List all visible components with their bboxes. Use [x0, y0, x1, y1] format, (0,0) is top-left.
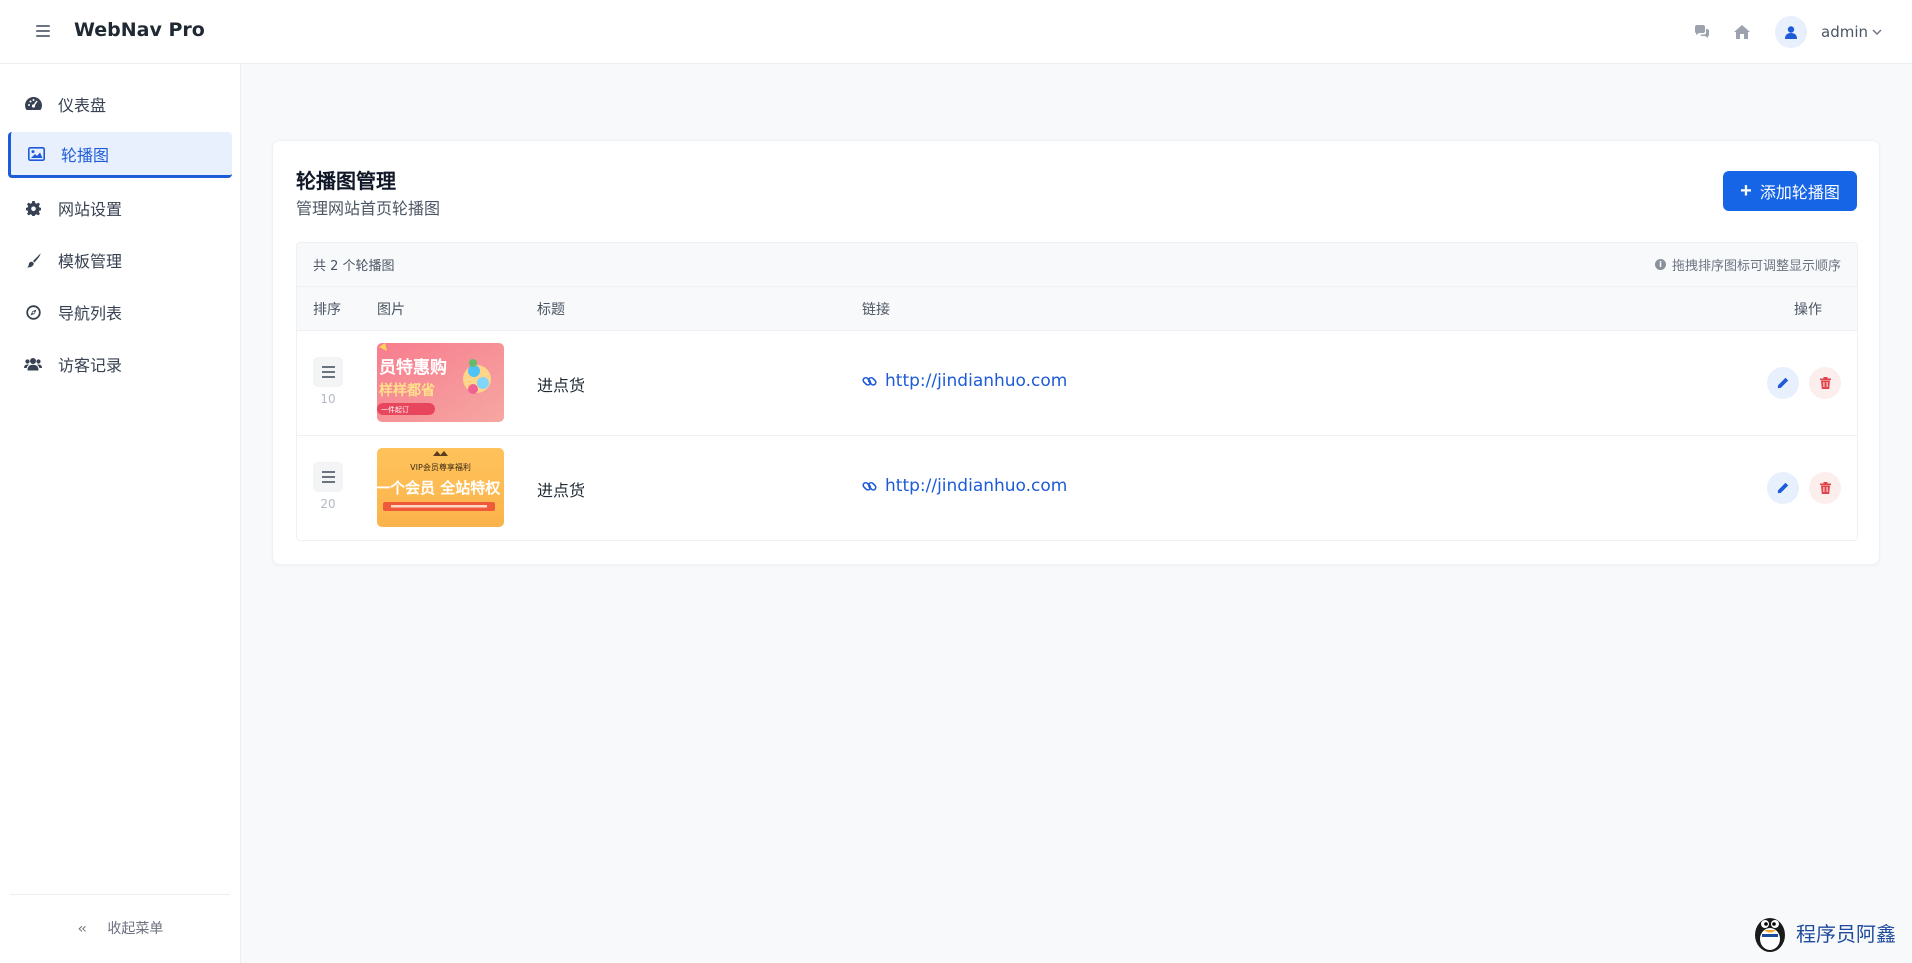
- carousel-table: 共 2 个轮播图 i 拖拽排序图标可调整显示顺序 排序 图片 标题 链接 操作 …: [296, 242, 1858, 541]
- menu-toggle-icon[interactable]: [36, 22, 56, 42]
- compass-icon: [24, 303, 42, 321]
- collapse-menu-button[interactable]: ‹‹ 收起菜单: [0, 918, 241, 938]
- drag-handle-icon[interactable]: [313, 357, 343, 387]
- row-actions: [1767, 367, 1841, 399]
- chat-icon[interactable]: [1689, 19, 1715, 45]
- sort-hint: i 拖拽排序图标可调整显示顺序: [1654, 255, 1841, 274]
- page-title: 轮播图管理: [296, 169, 396, 193]
- top-right-actions: admin: [1689, 14, 1882, 50]
- drag-handle-icon[interactable]: [313, 462, 343, 492]
- carousel-thumbnail: VIP会员尊享福利 一个会员 全站特权: [377, 448, 504, 527]
- sort-hint-text: 拖拽排序图标可调整显示顺序: [1671, 259, 1841, 274]
- user-menu[interactable]: admin: [1821, 23, 1882, 41]
- sidebar-item-templates[interactable]: 模板管理: [8, 237, 232, 283]
- table-summary: 共 2 个轮播图 i 拖拽排序图标可调整显示顺序: [297, 243, 1857, 287]
- image-icon: [27, 145, 45, 163]
- row-title: 进点货: [537, 376, 586, 395]
- delete-button[interactable]: [1809, 472, 1841, 504]
- row-title: 进点货: [537, 481, 586, 500]
- table-header: 排序 图片 标题 链接 操作: [297, 287, 1857, 331]
- collapse-menu-label: 收起菜单: [107, 921, 164, 937]
- brush-icon: [24, 251, 42, 269]
- chevron-down-icon: [1872, 29, 1882, 35]
- sidebar-item-visitors[interactable]: 访客记录: [8, 341, 232, 387]
- thumb-text: VIP会员尊享福利: [410, 462, 471, 472]
- users-icon: [24, 355, 42, 373]
- watermark-text: 程序员阿鑫: [1796, 921, 1896, 946]
- info-icon: i: [1654, 259, 1666, 270]
- thumb-text: 一个会员 全站特权: [377, 479, 501, 497]
- sort-cell: 20: [313, 462, 343, 511]
- table-row: 20 VIP会员尊享福利 一个会员 全站特权 进点货 http://jindia…: [297, 436, 1857, 540]
- header-image: 图片: [377, 301, 405, 318]
- row-link[interactable]: http://jindianhuo.com: [862, 371, 1067, 391]
- header-ops: 操作: [1794, 301, 1822, 318]
- pencil-icon: [1777, 482, 1789, 494]
- sidebar-item-carousel[interactable]: 轮播图: [8, 132, 232, 178]
- header-link: 链接: [862, 301, 890, 318]
- brand-title: WebNav Pro: [74, 19, 205, 41]
- penguin-logo-icon: [1755, 918, 1785, 952]
- header-sort: 排序: [313, 301, 341, 318]
- table-row: 10 员特惠购 样样都省 一件起订 进点货 http://jindianhuo.…: [297, 331, 1857, 436]
- sidebar-item-label: 导航列表: [58, 304, 123, 323]
- pencil-icon: [1777, 377, 1789, 389]
- row-actions: [1767, 472, 1841, 504]
- home-icon[interactable]: [1729, 19, 1755, 45]
- add-carousel-button[interactable]: + 添加轮播图: [1723, 171, 1857, 211]
- row-link-text: http://jindianhuo.com: [885, 476, 1068, 496]
- gear-icon: [24, 199, 42, 217]
- sidebar-divider: [10, 894, 230, 895]
- delete-button[interactable]: [1809, 367, 1841, 399]
- page-subtitle: 管理网站首页轮播图: [296, 199, 441, 218]
- sidebar-item-label: 网站设置: [58, 200, 123, 219]
- sidebar-item-nav-list[interactable]: 导航列表: [8, 289, 232, 335]
- sidebar-item-label: 模板管理: [58, 252, 123, 271]
- header-title: 标题: [537, 301, 565, 318]
- chevron-double-left-icon: ‹‹: [77, 921, 87, 937]
- trash-icon: [1819, 377, 1831, 389]
- sidebar-item-dashboard[interactable]: 仪表盘: [8, 81, 232, 127]
- top-bar: WebNav Pro admin: [0, 0, 1912, 64]
- carousel-management-card: 轮播图管理 管理网站首页轮播图 + 添加轮播图 共 2 个轮播图 i 拖拽排序图…: [272, 140, 1880, 565]
- sidebar-item-label: 轮播图: [61, 145, 110, 165]
- row-link[interactable]: http://jindianhuo.com: [862, 476, 1067, 496]
- sidebar: 仪表盘 轮播图 网站设置 模板管理 导航列表 访客记录 ‹‹ 收起菜单: [0, 64, 241, 963]
- link-icon: [862, 376, 877, 386]
- edit-button[interactable]: [1767, 367, 1799, 399]
- plus-icon: +: [1740, 180, 1752, 202]
- thumb-text: 样样都省: [379, 382, 435, 399]
- row-link-text: http://jindianhuo.com: [885, 371, 1068, 391]
- sidebar-item-label: 访客记录: [58, 356, 123, 375]
- sidebar-item-site-settings[interactable]: 网站设置: [8, 185, 232, 231]
- sidebar-item-label: 仪表盘: [58, 96, 107, 115]
- thumb-text: 员特惠购: [379, 357, 447, 378]
- sort-number: 20: [320, 497, 336, 511]
- dashboard-icon: [24, 95, 42, 113]
- user-name-label: admin: [1821, 23, 1868, 41]
- watermark: 程序员阿鑫: [1750, 910, 1900, 954]
- sort-number: 10: [320, 392, 336, 406]
- add-carousel-label: 添加轮播图: [1759, 185, 1840, 202]
- trash-icon: [1819, 482, 1831, 494]
- link-icon: [862, 481, 877, 491]
- avatar[interactable]: [1775, 16, 1807, 48]
- thumb-text: 一件起订: [381, 405, 409, 414]
- sort-cell: 10: [313, 357, 343, 406]
- carousel-thumbnail: 员特惠购 样样都省 一件起订: [377, 343, 504, 422]
- carousel-count: 共 2 个轮播图: [313, 259, 395, 274]
- edit-button[interactable]: [1767, 472, 1799, 504]
